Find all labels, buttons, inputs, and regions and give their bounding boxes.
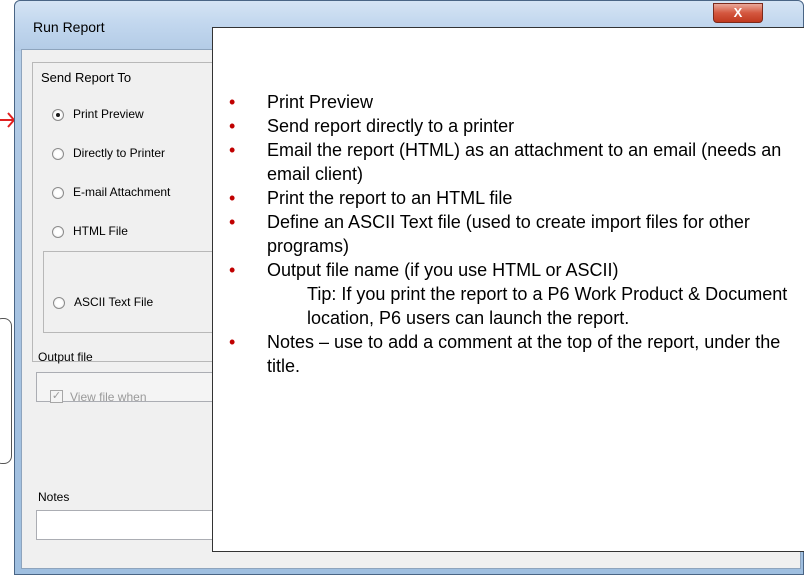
radio-print-preview[interactable] [52, 109, 64, 121]
callout-item: • Send report directly to a printer [229, 116, 515, 136]
callout-item: • Notes – use to add a comment at the top… [229, 332, 781, 376]
bullet-icon: • [229, 116, 236, 136]
view-file-checkbox[interactable]: ✓ [50, 390, 63, 403]
window-title: Run Report [33, 19, 105, 35]
explanation-callout: • Print Preview • Send report directly to … [212, 27, 804, 552]
radio-directly-to-printer[interactable] [52, 148, 64, 160]
radio-ascii-text-file[interactable] [53, 297, 65, 309]
view-file-label: View file when [70, 390, 147, 404]
callout-list: • Print Preview • Send report directly to … [229, 90, 804, 378]
callout-item: • Print the report to an HTML file [229, 188, 513, 208]
option-label-ascii-text-file: ASCII Text File [74, 295, 154, 309]
callout-item: • Define an ASCII Text file (used to crea… [229, 212, 750, 256]
bullet-icon: • [229, 212, 236, 232]
notes-label: Notes [38, 490, 70, 504]
bullet-icon: • [229, 92, 236, 112]
group-legend: Send Report To [39, 70, 134, 85]
radio-html-file[interactable] [52, 226, 64, 238]
option-label-directly-to-printer: Directly to Printer [73, 146, 166, 160]
bullet-icon: • [229, 140, 236, 160]
bullet-icon: • [229, 188, 236, 208]
callout-item: • Print Preview [229, 92, 374, 112]
option-label-html-file: HTML File [73, 224, 128, 238]
bullet-icon: • [229, 332, 236, 352]
callout-border-fragment [0, 318, 12, 464]
output-file-label: Output file [38, 350, 93, 364]
callout-tip: Tip: If you print the report to a P6 Wor… [307, 284, 788, 328]
bullet-icon: • [229, 260, 236, 280]
option-label-email-attachment: E-mail Attachment [73, 185, 171, 199]
option-label-print-preview: Print Preview [73, 107, 144, 121]
callout-item: • Email the report (HTML) as an attachmen… [229, 140, 782, 184]
callout-item: • Output file name (if you use HTML or AS… [229, 260, 619, 280]
radio-email-attachment[interactable] [52, 187, 64, 199]
close-button[interactable]: X [713, 3, 763, 23]
